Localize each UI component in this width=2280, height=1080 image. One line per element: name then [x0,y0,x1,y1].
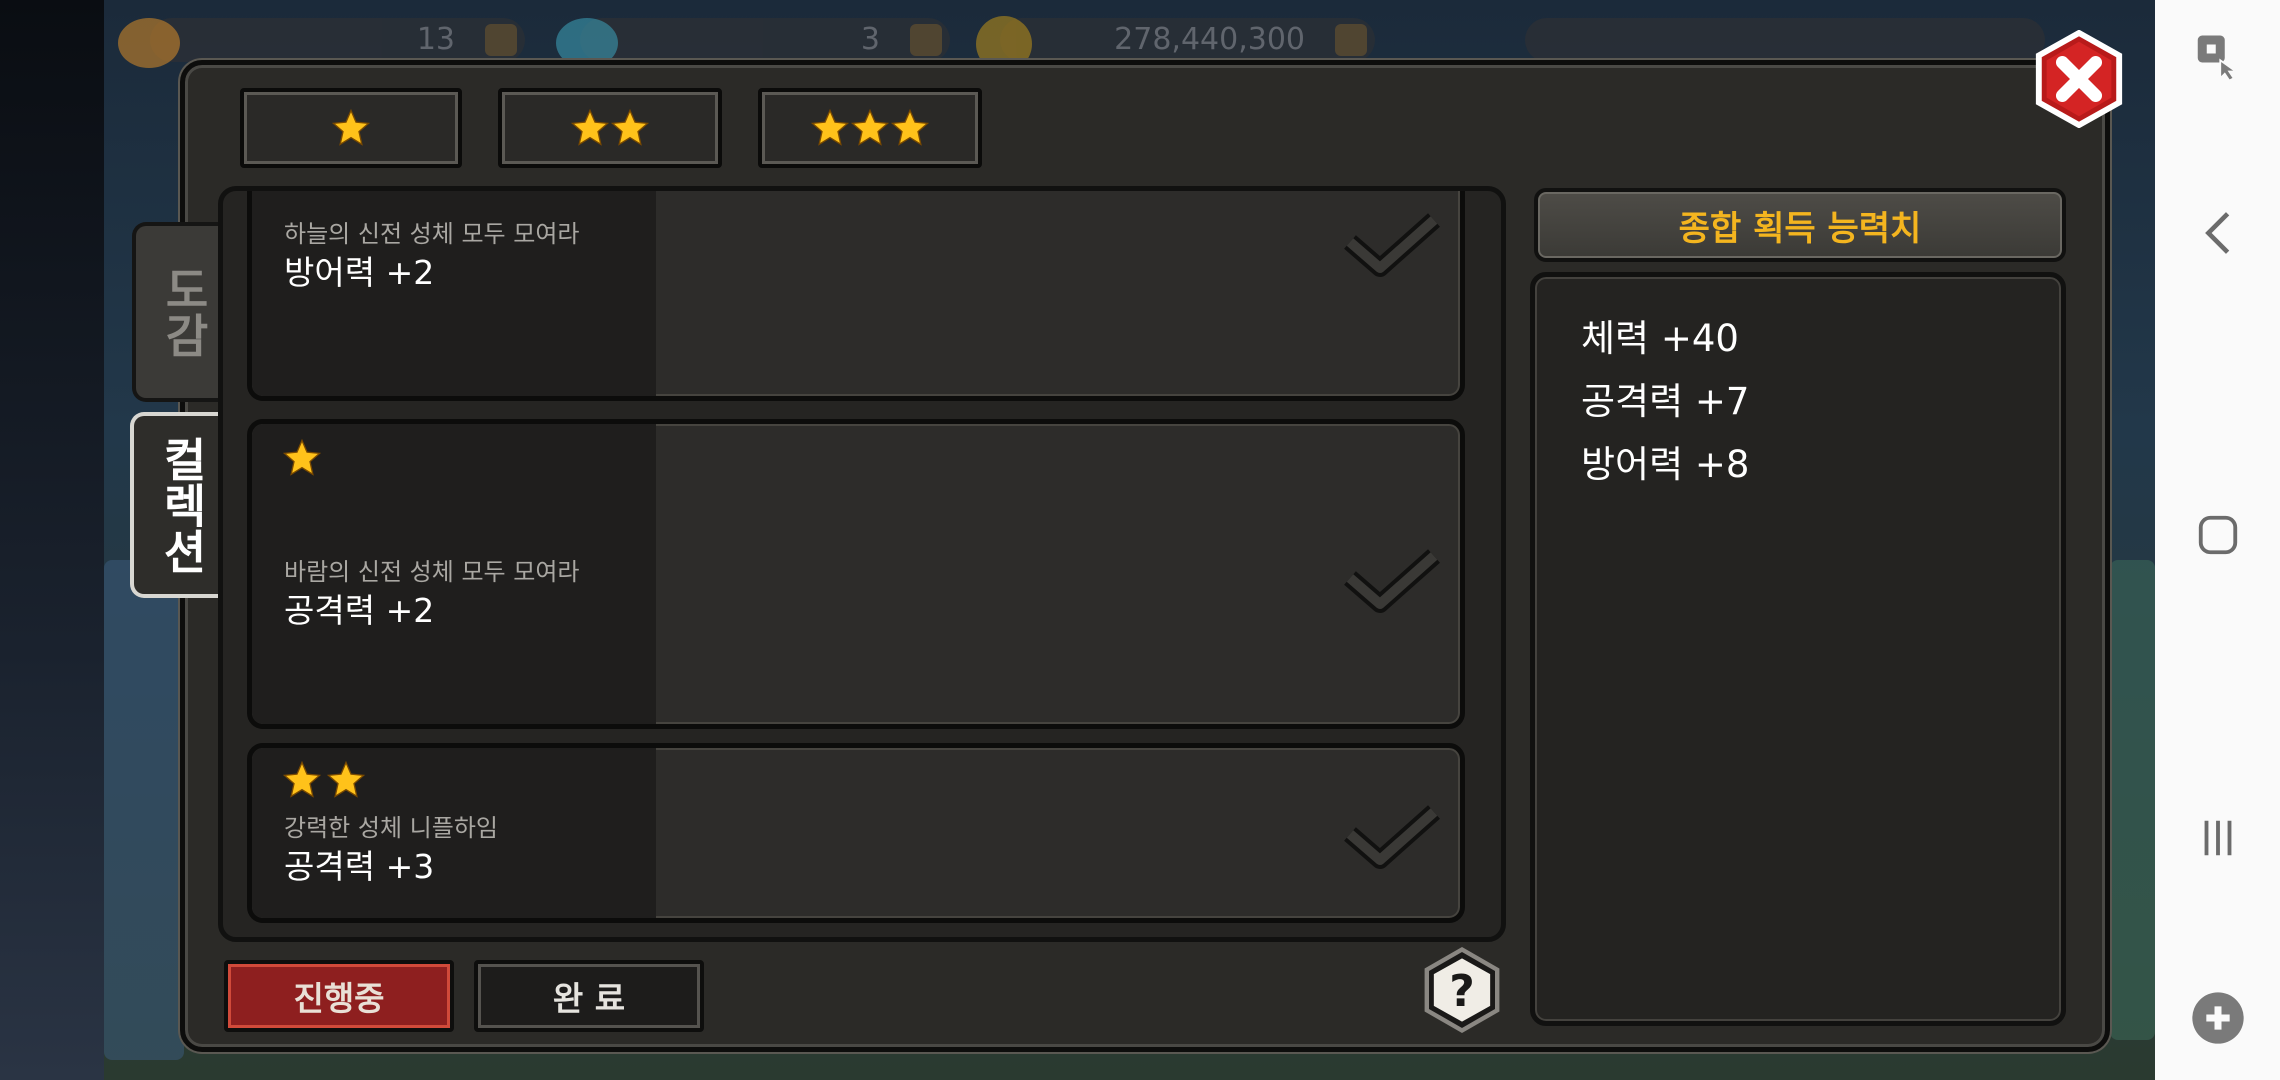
gamepad-icon [2191,992,2244,1044]
gold-counter[interactable]: 278,440,300 [1000,18,1375,62]
summary-header: 종합 획득 능력치 [1534,188,2066,262]
summary-stats: 체력 +40 공격력 +7 방어력 +8 [1530,272,2066,1026]
stat-defense: 방어력 +8 [1581,443,1750,486]
back-chevron-icon [2204,212,2229,254]
collection-list[interactable]: 하늘의 신전 성체 모두 모여라 방어력 +2 바람의 신전 성체 모두 모여라… [218,186,1506,942]
completed-button[interactable]: 완 료 [474,960,704,1032]
home-button[interactable] [2155,485,2280,585]
tab-encyclopedia[interactable]: 도감 [132,222,232,402]
add-gem-icon [485,24,517,56]
game-tools-button[interactable] [2155,968,2280,1068]
tab-collection-label: 컬렉션 [155,436,209,574]
close-icon [2035,30,2123,128]
checkmark-icon [1344,213,1440,277]
collection-card[interactable]: 바람의 신전 성체 모두 모여라 공격력 +2 [247,419,1465,729]
menu-icons-bar [1525,18,2045,62]
system-navigation-bar [2155,0,2280,1080]
close-button[interactable] [2030,30,2128,128]
star-icon [570,108,610,146]
star-icon [610,108,650,146]
background-scenery [2110,560,2155,1040]
star-icon [282,438,322,476]
add-gold-icon [1335,24,1367,56]
back-button[interactable] [2155,183,2280,283]
filter-one-star-tab[interactable] [240,88,462,168]
card-title: 하늘의 신전 성체 모두 모여라 [284,220,580,248]
gem-count: 13 [416,22,455,57]
star-icon [326,760,366,798]
card-reward: 공격력 +2 [284,591,435,630]
recents-button[interactable] [2155,788,2280,888]
crystal-count: 3 [860,22,880,57]
filter-three-star-tab[interactable] [758,88,982,168]
recents-icon [2204,820,2231,856]
card-stars [282,760,366,800]
touch-lock-button[interactable] [2155,8,2280,108]
left-dark-strip [0,0,104,1080]
tab-collection[interactable]: 컬렉션 [130,412,230,598]
collection-card[interactable]: 강력한 성체 니플하임 공격력 +3 [247,743,1465,923]
star-icon [890,108,930,146]
help-button[interactable]: ? [1418,946,1506,1034]
collection-card[interactable]: 하늘의 신전 성체 모두 모여라 방어력 +2 [247,191,1465,401]
card-reward: 방어력 +2 [284,253,435,292]
card-title: 강력한 성체 니플하임 [284,814,498,842]
star-icon [810,108,850,146]
touch-lock-icon [2197,35,2239,82]
star-icon [331,108,371,146]
add-crystal-icon [910,24,942,56]
checkmark-icon [1344,805,1440,869]
gem-icon [118,18,180,68]
in-progress-button[interactable]: 진행중 [224,960,454,1032]
filter-two-star-tab[interactable] [498,88,722,168]
card-reward: 공격력 +3 [284,847,435,886]
star-icon [850,108,890,146]
star-icon [282,760,322,798]
card-stars [282,438,322,478]
screen: 13 3 278,440,300 도감 컬렉션 하늘의 신전 성체 모두 모여라… [0,0,2280,1080]
card-title: 바람의 신전 성체 모두 모여라 [284,558,580,586]
stat-hp: 체력 +40 [1581,317,1739,360]
home-icon [2198,515,2237,555]
gem-counter[interactable]: 13 [150,18,525,62]
crystal-counter[interactable]: 3 [580,18,950,62]
checkmark-icon [1344,549,1440,613]
svg-text:?: ? [1449,966,1475,1017]
help-icon: ? [1424,946,1500,1034]
gold-count: 278,440,300 [1114,22,1305,57]
tab-encyclopedia-label: 도감 [157,266,211,358]
stat-attack: 공격력 +7 [1581,380,1750,423]
background-character [104,560,184,1060]
